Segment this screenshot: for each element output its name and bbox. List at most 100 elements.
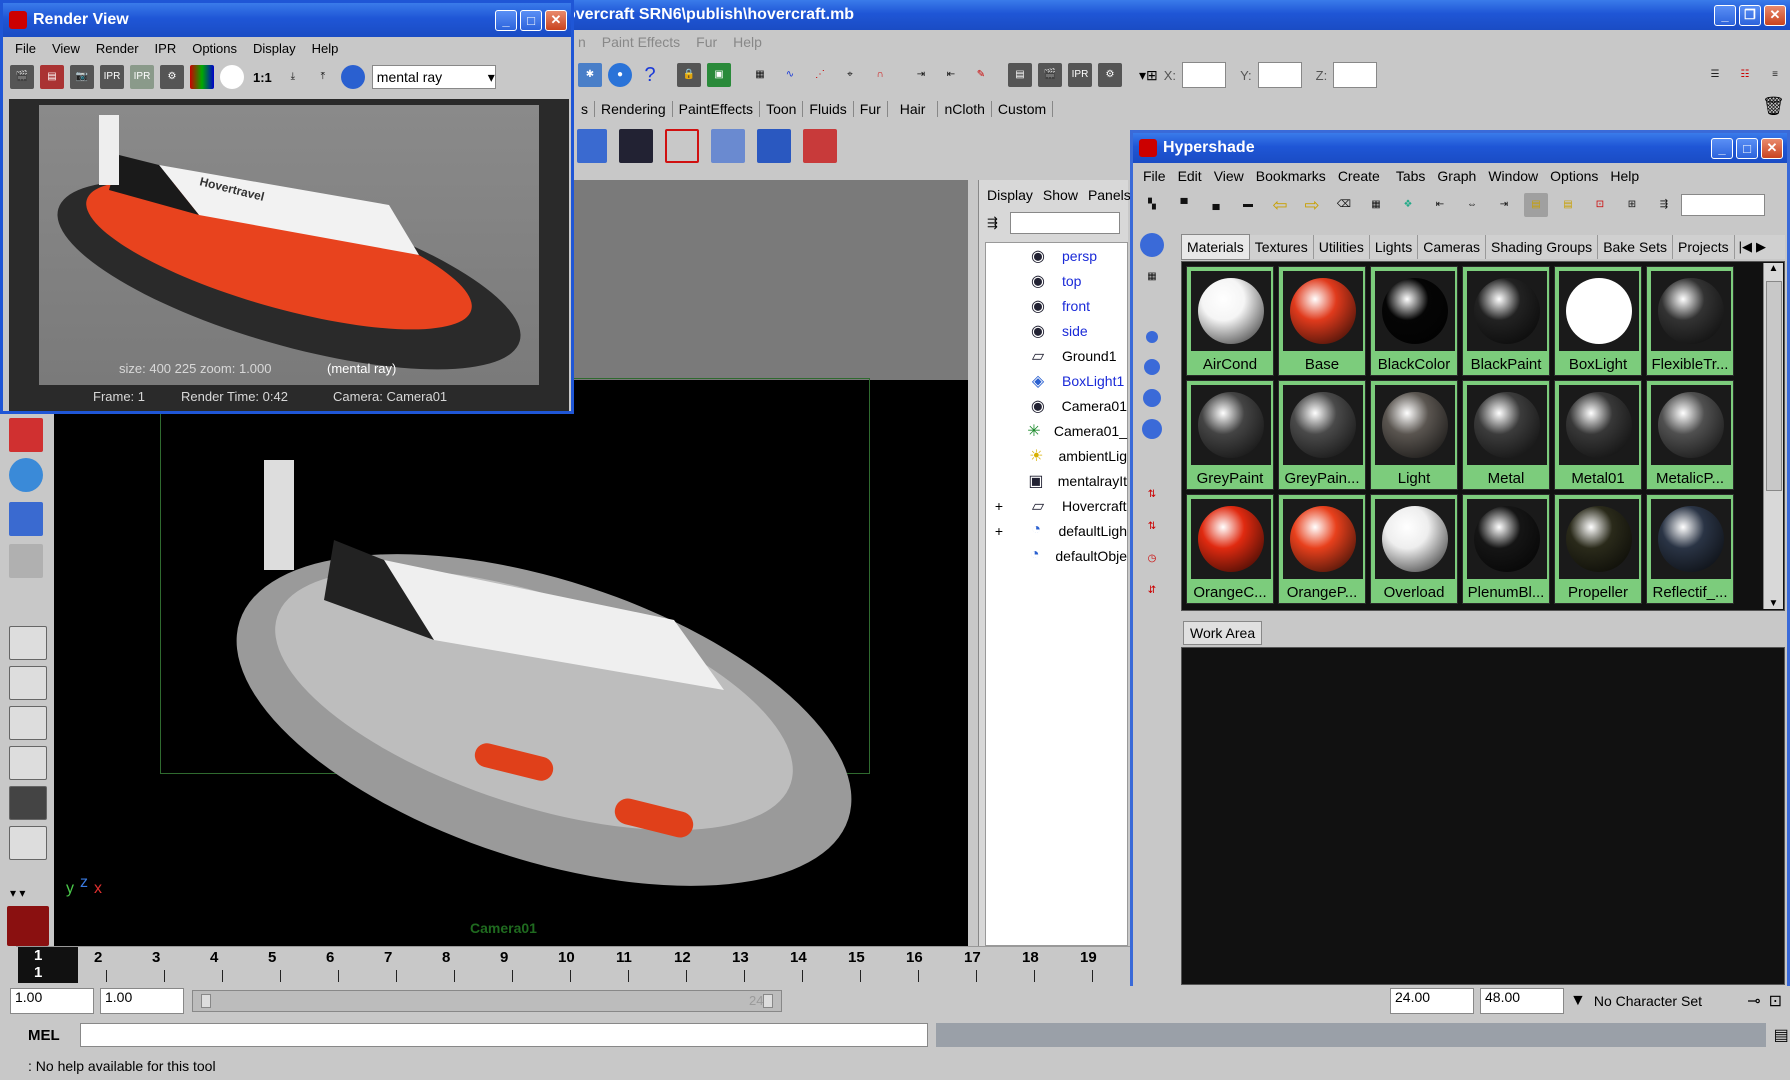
range-start2-field[interactable]: 1.00 (100, 988, 184, 1014)
hs-both-icon[interactable]: ▬ (1236, 193, 1260, 217)
hs-menu-create[interactable]: Create (1330, 168, 1388, 184)
hs-tab-lights[interactable]: Lights (1370, 235, 1419, 259)
range-handle-left[interactable] (201, 994, 211, 1008)
material-swatch[interactable]: Metal01 (1554, 380, 1642, 490)
snap-curve-icon[interactable]: ∿ (778, 63, 802, 87)
shelf-connect-icon[interactable] (665, 129, 699, 163)
snap-icon[interactable]: ✱ (578, 63, 602, 87)
outliner-filter-icon[interactable]: ⇶ (987, 215, 998, 231)
hs-bottom-icon[interactable]: ▄ (1204, 193, 1228, 217)
rv-remove-icon[interactable]: ⤒ (310, 65, 335, 89)
hs-sort-reverse-icon[interactable]: ⇵ (1140, 579, 1164, 603)
outliner-item[interactable]: + ◔ defaultLigh (986, 518, 1127, 543)
hs-tab-bake-sets[interactable]: Bake Sets (1598, 235, 1674, 259)
rv-keep-icon[interactable]: ⤓ (280, 65, 305, 89)
hs-tabs-scroll-right-icon[interactable]: ▶ (1756, 239, 1766, 255)
outliner-search[interactable]: ⇶ (979, 210, 1128, 236)
hs-tab-utilities[interactable]: Utilities (1314, 235, 1370, 259)
layout-hypershade-icon[interactable] (9, 786, 47, 820)
hs-maximize-button[interactable]: □ (1736, 137, 1758, 159)
material-swatch[interactable]: BoxLight (1554, 266, 1642, 376)
render-clapper-icon[interactable]: 🎬 (1038, 63, 1062, 87)
render-maximize-button[interactable]: □ (520, 9, 542, 31)
hs-menu-edit[interactable]: Edit (1174, 168, 1206, 184)
outliner-item[interactable]: ◉ top (986, 268, 1127, 293)
current-frame[interactable]: 1 1 (18, 947, 78, 983)
rv-ratio-label[interactable]: 1:1 (253, 70, 272, 85)
render-close-button[interactable]: ✕ (545, 9, 567, 31)
snap-view-icon[interactable]: ⌖ (838, 63, 862, 87)
hs-frame-icon[interactable]: ⊞ (1620, 193, 1644, 217)
outliner-item[interactable]: ▱ Ground1 (986, 343, 1127, 368)
layout-dropdown-icon[interactable]: ▾ ▾ (10, 886, 25, 900)
hs-output-icon[interactable]: ⇥ (1492, 193, 1516, 217)
end-field[interactable]: 24.00 (1390, 988, 1474, 1014)
hs-tab-projects[interactable]: Projects (1673, 235, 1735, 259)
channel-box-icon[interactable]: ☰ (1703, 63, 1727, 87)
hs-side-small-sphere-icon[interactable] (1146, 331, 1158, 343)
history-icon[interactable]: ✎ (969, 63, 993, 87)
rv-menu-ipr[interactable]: IPR (147, 41, 185, 56)
hs-input-icon[interactable]: ⇤ (1428, 193, 1452, 217)
layout-script-icon[interactable] (9, 826, 47, 860)
hs-clear-icon[interactable]: ⇶ (1652, 193, 1676, 217)
outliner-menu-show[interactable]: Show (1041, 187, 1080, 203)
outliner-item[interactable]: ◉ Camera01 (986, 393, 1127, 418)
material-swatch[interactable]: OrangeP... (1278, 494, 1366, 604)
rv-menu-display[interactable]: Display (245, 41, 304, 56)
hs-render-icon[interactable]: ⊡ (1588, 193, 1612, 217)
scroll-down-icon[interactable]: ▼ (1764, 598, 1783, 609)
outliner-item[interactable]: ◔ defaultObje (986, 543, 1127, 568)
hs-close-button[interactable]: ✕ (1761, 137, 1783, 159)
restore-button[interactable]: ❐ (1739, 4, 1761, 26)
material-swatch[interactable]: GreyPain... (1278, 380, 1366, 490)
snap-grid-icon[interactable]: ▦ (748, 63, 772, 87)
y-field[interactable] (1257, 62, 1302, 88)
renderer-select[interactable]: mental ray ▾ (371, 65, 496, 89)
work-area-tab[interactable]: Work Area (1183, 621, 1263, 645)
hs-sort-type-icon[interactable]: ⇅ (1140, 515, 1164, 539)
outliner-menu-display[interactable]: Display (979, 187, 1041, 203)
shelf-tab-painteffects[interactable]: PaintEffects (673, 101, 761, 117)
hs-tab-cameras[interactable]: Cameras (1418, 235, 1486, 259)
snap-point-icon[interactable]: ⋰ (808, 63, 832, 87)
rv-menu-help[interactable]: Help (304, 41, 347, 56)
rv-ipr-icon[interactable]: IPR (100, 65, 124, 89)
globe-icon[interactable]: ● (608, 63, 632, 87)
select-icon[interactable]: ▣ (707, 63, 731, 87)
hs-eraser-icon[interactable]: ⌫ (1332, 193, 1356, 217)
rv-menu-view[interactable]: View (44, 41, 88, 56)
hs-sort-time-icon[interactable]: ◷ (1140, 547, 1164, 571)
layout-four-icon[interactable] (9, 666, 47, 700)
outliner-item[interactable]: + ▱ Hovercraft (986, 493, 1127, 518)
x-field[interactable] (1182, 62, 1227, 88)
lock-icon[interactable]: 🔒 (677, 63, 701, 87)
shelf-tab-ncloth[interactable]: nCloth (938, 101, 992, 117)
minimize-button[interactable]: _ (1714, 4, 1736, 26)
manipulator-icon[interactable] (9, 544, 43, 578)
rv-alpha-icon[interactable] (220, 65, 244, 89)
ipr-icon[interactable]: IPR (1068, 63, 1092, 87)
material-swatch[interactable]: Metal (1462, 380, 1550, 490)
prefs-icon[interactable]: ⊡ (1769, 991, 1782, 1011)
material-swatch[interactable]: Propeller (1554, 494, 1642, 604)
shelf-cube-icon[interactable] (757, 129, 791, 163)
hs-side-medium-sphere-icon[interactable] (1144, 359, 1160, 375)
material-swatch[interactable]: Reflectif_... (1646, 494, 1734, 604)
hs-network-icon[interactable]: ❖ (1396, 193, 1420, 217)
hs-side-list-icon[interactable]: ▦ (1140, 265, 1164, 289)
scroll-thumb[interactable] (1766, 281, 1782, 491)
hs-sort-name-icon[interactable]: ⇅ (1140, 483, 1164, 507)
render-settings-icon[interactable]: ⚙ (1098, 63, 1122, 87)
trash-icon[interactable]: 🗑 (1762, 96, 1785, 117)
hs-side-sphere-icon[interactable] (1140, 233, 1164, 257)
range-start-field[interactable]: 1.00 (10, 988, 94, 1014)
menu-item-paint-effects[interactable]: Paint Effects (594, 34, 688, 50)
shelf-shader-icon[interactable] (577, 129, 607, 163)
materials-scrollbar[interactable]: ▲ ▼ (1763, 263, 1783, 609)
hs-arrange2-icon[interactable]: ▤ (1556, 193, 1580, 217)
hs-menu-window[interactable]: Window (1480, 168, 1546, 184)
hs-menu-file[interactable]: File (1135, 168, 1174, 184)
hs-forward-icon[interactable]: ⇨ (1300, 193, 1324, 217)
material-swatch[interactable]: Overload (1370, 494, 1458, 604)
